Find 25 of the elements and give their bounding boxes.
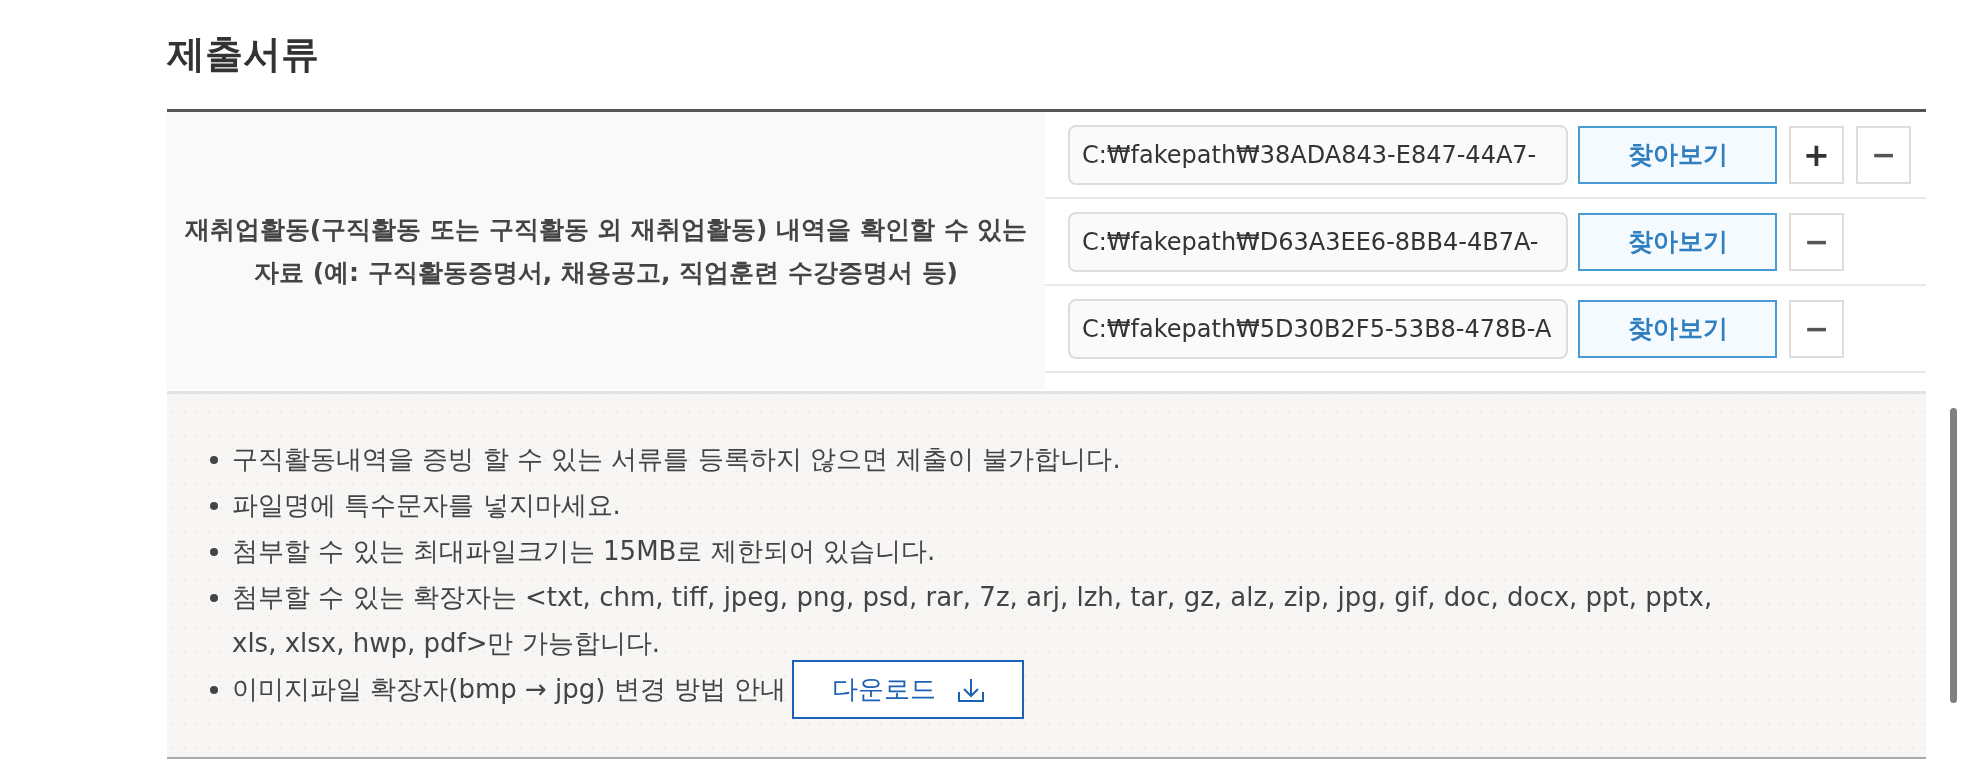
bullet-icon [210, 502, 218, 510]
browse-button[interactable]: 찾아보기 [1578, 212, 1777, 271]
bullet-icon [210, 594, 218, 602]
file-path-field[interactable]: C:₩fakepath₩5D30B2F5-53B8-478B-A [1068, 298, 1568, 359]
remove-file-button[interactable]: − [1789, 212, 1844, 271]
document-label: 재취업활동(구직활동 또는 구직활동 외 재취업활동) 내역을 확인할 수 있는 자료 (예: 구직활동증명서, 채용공고, 직업훈련 수강증명서 등) [183, 213, 1029, 289]
download-icon [958, 677, 985, 702]
file-path-field[interactable]: C:₩fakepath₩D63A3EE6-8BB4-4B7A- [1068, 211, 1568, 272]
file-path-field[interactable]: C:₩fakepath₩38ADA843-E847-44A7- [1068, 124, 1568, 185]
section-title: 제출서류 [167, 31, 320, 78]
scrollbar-thumb[interactable] [1950, 408, 1957, 703]
note-text: 구직활동내역을 증빙 할 수 있는 서류를 등록하지 않으면 제출이 불가합니다. [232, 443, 1121, 476]
note-text: 파일명에 특수문자를 넣지마세요. [232, 489, 621, 522]
browse-button[interactable]: 찾아보기 [1578, 125, 1777, 184]
note-text: 이미지파일 확장자(bmp → jpg) 변경 방법 안내 [232, 673, 787, 706]
browse-button[interactable]: 찾아보기 [1578, 299, 1777, 358]
note-text: 첨부할 수 있는 확장자는 <txt, chm, tiff, jpeg, png, psd, rar, 7z, arj, lzh, tar, gz, alz, zip, jpg, gif, doc, docx, ppt, pptx, xls, xlsx, hwp, pdf>만 가능합니다. [232, 581, 1714, 660]
add-file-button[interactable]: + [1789, 125, 1844, 184]
download-button[interactable]: 다운로드 [792, 660, 1025, 719]
remove-file-button[interactable]: − [1789, 299, 1844, 358]
remove-file-button[interactable]: − [1856, 125, 1911, 184]
bullet-icon [210, 456, 218, 464]
note-text: 첨부할 수 있는 최대파일크기는 15MB로 제한되어 있습니다. [232, 535, 936, 568]
bullet-icon [210, 686, 218, 694]
bullet-icon [210, 548, 218, 556]
